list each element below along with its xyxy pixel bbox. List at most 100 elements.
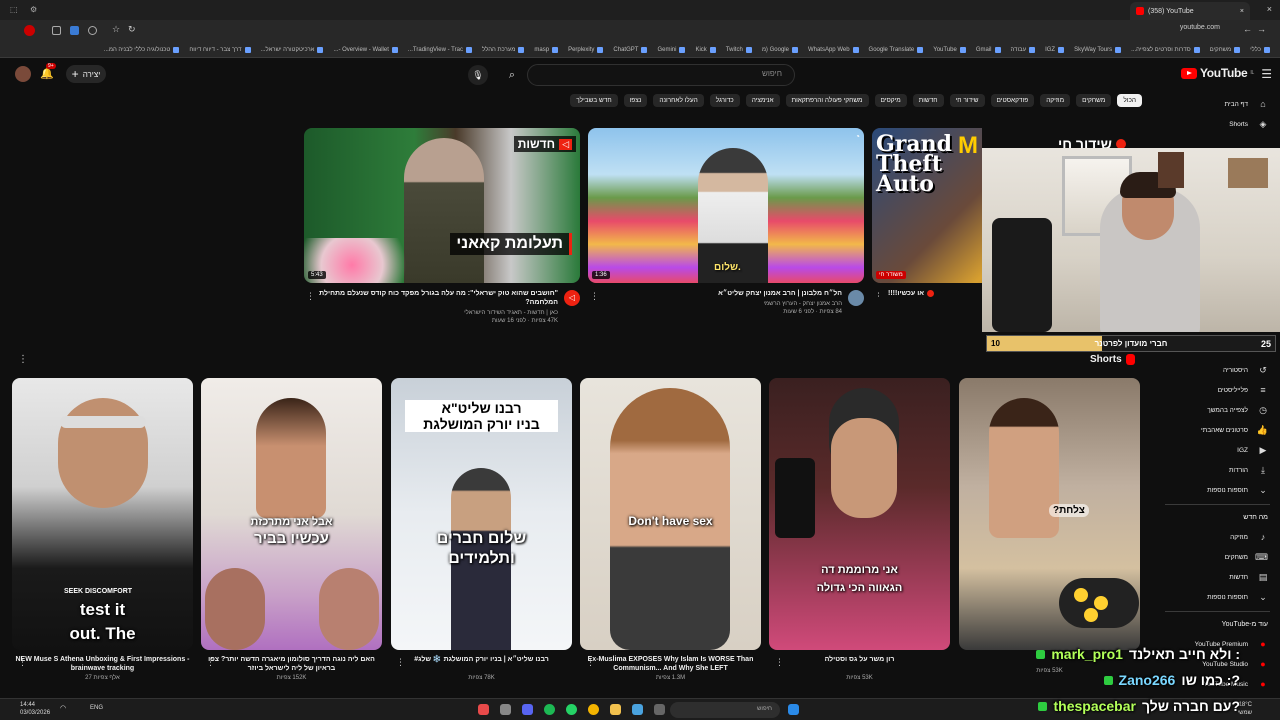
video-thumbnail[interactable]: Grand Theft Auto M משודר חי: [872, 128, 982, 283]
bookmark-item[interactable]: מערכת ההלל: [482, 46, 525, 53]
bookmark-item[interactable]: Google Translate: [869, 46, 924, 53]
more-options-icon[interactable]: ⋮: [396, 657, 405, 668]
folder-icon[interactable]: [610, 704, 621, 715]
bookmark-item[interactable]: כללי: [1250, 46, 1270, 53]
extension-icon[interactable]: [52, 26, 61, 35]
settings-icon[interactable]: ⚙: [30, 5, 37, 14]
task-view-icon[interactable]: [654, 704, 665, 715]
sidebar-item[interactable]: ▶ IGZ: [1155, 440, 1280, 460]
profile-icon[interactable]: [24, 25, 35, 36]
short-title[interactable]: רון משר על גס וסטילה: [769, 655, 950, 664]
reload-icon[interactable]: ↻: [128, 24, 136, 35]
bookmark-item[interactable]: Gmail: [976, 46, 1001, 53]
bookmark-item[interactable]: YouTube: [933, 46, 966, 53]
video-thumbnail[interactable]: ◔ שלום. 1:36: [588, 128, 864, 283]
short-thumbnail[interactable]: אבל אני מתרכזת עכשיו בביר: [201, 378, 382, 650]
forward-icon[interactable]: →: [1257, 24, 1266, 34]
sidebar-item[interactable]: ↺ היסטוריה: [1155, 360, 1280, 380]
short-title[interactable]: Ex-Muslima EXPOSES Why Islam Is WORSE Th…: [580, 655, 761, 673]
search-input[interactable]: חיפוש: [527, 64, 795, 86]
star-icon[interactable]: ☆: [112, 24, 120, 35]
short-title[interactable]: NEW Muse S Athena Unboxing & First Impre…: [12, 655, 193, 673]
discord-icon[interactable]: [522, 704, 533, 715]
video-card-live[interactable]: Grand Theft Auto M משודר חי ⋮ או עכשיו!!!!: [872, 128, 982, 298]
short-title[interactable]: רבנו שליט״א | בניו יורק המושלגת ❄️ שלג#: [391, 655, 572, 664]
bookmark-item[interactable]: סדרות וסרטים לצפייה...: [1131, 46, 1200, 53]
more-options-icon[interactable]: ⋮: [18, 657, 27, 668]
video-channel[interactable]: כאן | חדשות - תאגיד השידור הישראלי: [304, 309, 580, 317]
bookmark-item[interactable]: משחקים: [1210, 46, 1241, 53]
chrome-icon[interactable]: [588, 704, 599, 715]
sidebar-item[interactable]: ♪ מוזיקה: [1155, 527, 1280, 547]
video-card[interactable]: ◁ חדשות תעלומת קאאני 5:43 ◁ ⋮ "חושבים שה…: [304, 128, 580, 325]
app-icon[interactable]: [500, 704, 511, 715]
filter-chip[interactable]: כדורגל: [709, 94, 740, 107]
filter-chip[interactable]: חדשות: [912, 94, 944, 107]
whatsapp-icon[interactable]: [566, 704, 577, 715]
extension-icon[interactable]: [70, 26, 79, 35]
bookmark-item[interactable]: Google (מ: [762, 46, 798, 53]
bookmark-item[interactable]: SkyWay Tours: [1074, 46, 1122, 53]
wifi-icon[interactable]: ◠: [60, 704, 66, 712]
short-thumbnail[interactable]: צלחת?: [959, 378, 1140, 650]
video-title[interactable]: או עכשיו!!!!: [872, 289, 982, 298]
filter-chip[interactable]: משחקים: [1076, 94, 1112, 107]
create-button[interactable]: + יצירה: [66, 65, 106, 83]
taskbar-search[interactable]: חיפוש: [670, 702, 780, 718]
tab-youtube[interactable]: (358) YouTube ×: [1130, 2, 1250, 20]
video-title[interactable]: הל״ח מלבונן | הרב אמנון יצחק שליט״א: [588, 289, 864, 298]
more-options-icon[interactable]: ⋮: [590, 291, 599, 302]
bookmark-item[interactable]: עבודה: [1011, 46, 1036, 53]
bookmark-item[interactable]: IGZ: [1045, 46, 1065, 53]
sidebar-item[interactable]: ▤ חדשות: [1155, 567, 1280, 587]
video-channel[interactable]: הרב אמנון יצחק - הערוץ הרשמי: [588, 300, 864, 308]
windows-start-icon[interactable]: [788, 704, 799, 715]
channel-avatar[interactable]: [848, 290, 864, 306]
more-options-icon[interactable]: ⋮: [586, 657, 595, 668]
bookmark-item[interactable]: ארכיטקטורה ישראל...: [261, 46, 324, 53]
more-options-icon[interactable]: ⋮: [874, 291, 883, 298]
extension-icon[interactable]: [88, 26, 97, 35]
filter-chip[interactable]: נצפו: [623, 94, 648, 107]
window-close-icon[interactable]: ×: [1267, 4, 1272, 14]
short-thumbnail[interactable]: Don't have sex: [580, 378, 761, 650]
sidebar-item[interactable]: 👍 סרטונים שאהבתי: [1155, 420, 1280, 440]
bookmark-item[interactable]: Perplexity: [568, 46, 604, 53]
bookmark-item[interactable]: טכנולוגיה כללי לבניה המ...: [104, 46, 180, 53]
sidebar-section-header[interactable]: מה חדש: [1155, 509, 1280, 527]
filter-chip[interactable]: מוזיקה: [1040, 94, 1071, 107]
back-icon[interactable]: ←: [1243, 24, 1252, 34]
bookmark-item[interactable]: Gemini: [657, 46, 686, 53]
filter-chip[interactable]: העלו לאחרונה: [653, 94, 704, 107]
filter-chip[interactable]: אנימציה: [745, 94, 780, 107]
video-title[interactable]: "חושבים שהוא טוק ישראלי": מה עלה בגורל מ…: [304, 289, 580, 307]
notifications-button[interactable]: 🔔 9+: [40, 63, 56, 80]
sidebar-item[interactable]: ⌨ משחקים: [1155, 547, 1280, 567]
more-options-icon[interactable]: ⋮: [206, 657, 215, 668]
sidebar-item[interactable]: ◷ לצפייה בהמשך: [1155, 400, 1280, 420]
sidebar-section-header[interactable]: עוד מ-YouTube: [1155, 616, 1280, 634]
video-card[interactable]: ◔ שלום. 1:36 ⋮ הל״ח מלבונן | הרב אמנון י…: [588, 128, 864, 316]
short-thumbnail[interactable]: אני מרוממת דה הגאווה הכי גדולה: [769, 378, 950, 650]
photos-icon[interactable]: [632, 704, 643, 715]
url-field[interactable]: youtube.com: [1180, 24, 1220, 31]
sidebar-item[interactable]: ◈ Shorts: [1155, 114, 1280, 134]
filter-chip[interactable]: חדש בשבילך: [570, 94, 618, 107]
bookmark-item[interactable]: Overview - Wallet -...: [333, 46, 398, 53]
youtube-logo[interactable]: YouTube IL: [1180, 66, 1254, 80]
filter-chip[interactable]: משחקי פעולה והרפתקאות: [785, 94, 869, 107]
bookmark-item[interactable]: דרך צבר - דיווח דיווח: [189, 46, 251, 53]
sidebar-item[interactable]: ≡ פלייליסטים: [1155, 380, 1280, 400]
sidebar-item[interactable]: ⌂ דף הבית: [1155, 94, 1280, 114]
hamburger-menu-icon[interactable]: ☰: [1261, 67, 1272, 81]
short-thumbnail[interactable]: SEEK DISCOMFORT test it out. The: [12, 378, 193, 650]
sidebar-item[interactable]: ⌄ תוספות נוספות: [1155, 587, 1280, 607]
bookmark-item[interactable]: masp: [534, 46, 559, 53]
avatar[interactable]: [15, 66, 31, 82]
filter-chip[interactable]: שידור חי: [949, 94, 985, 107]
more-options-icon[interactable]: ⋮: [306, 291, 315, 302]
sidebar-item[interactable]: ⤓ הורדות: [1155, 460, 1280, 480]
bookmark-item[interactable]: WhatsApp Web: [808, 46, 859, 53]
tab-close-icon[interactable]: ×: [1240, 8, 1244, 15]
short-thumbnail[interactable]: רבנו שליט"א בניו יורק המושלגת שלום חברים…: [391, 378, 572, 650]
